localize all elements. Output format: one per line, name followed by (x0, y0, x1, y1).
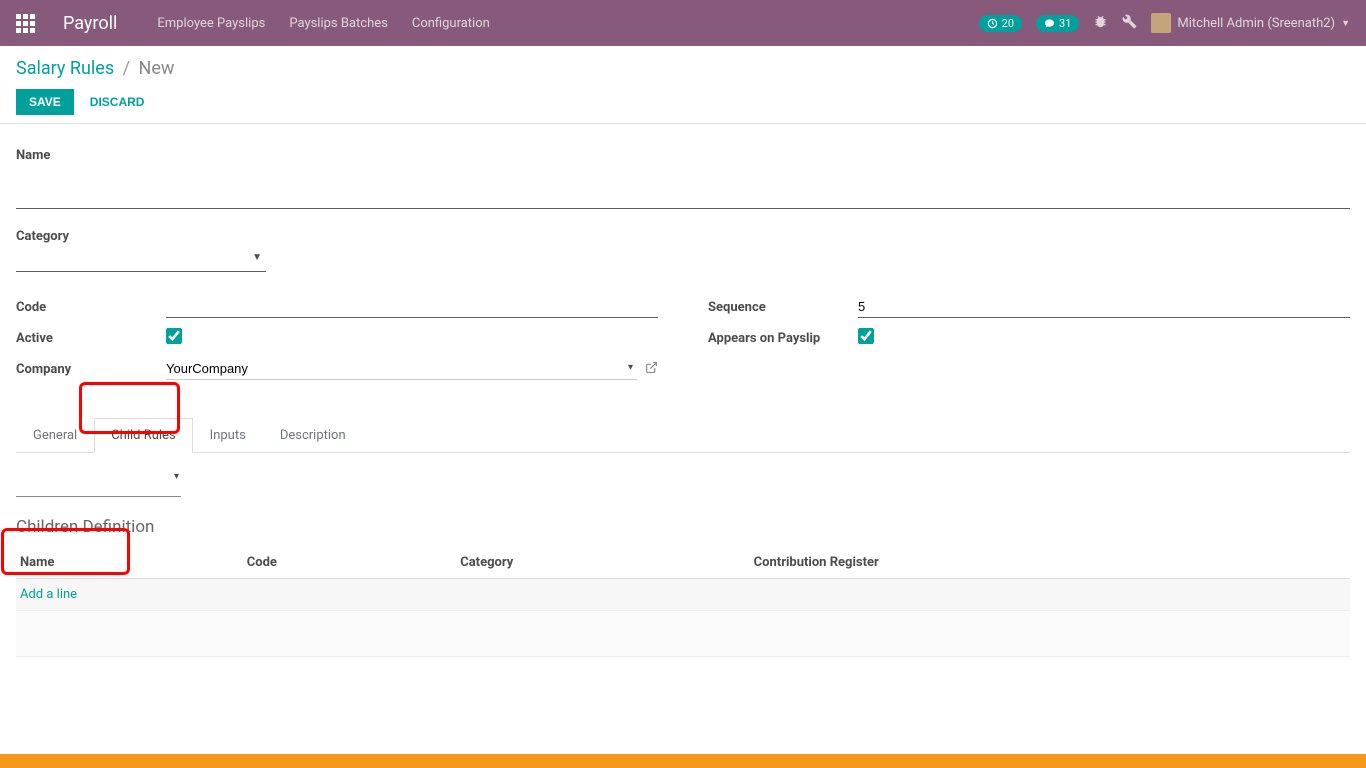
messages-badge[interactable]: 31 (1036, 15, 1079, 32)
discard-button[interactable]: Discard (78, 90, 157, 114)
name-label: Name (16, 148, 1350, 163)
form-sheet: Name Category ▼ Code Active Company ▾ (0, 124, 1366, 697)
code-input[interactable] (166, 296, 658, 318)
breadcrumb: Salary Rules / New (16, 58, 1350, 79)
tab-content-child-rules: ▾ Children Definition Name Code Category… (16, 453, 1350, 673)
col-category: Category (456, 547, 749, 579)
activity-badge[interactable]: 20 (979, 15, 1022, 32)
avatar (1151, 13, 1171, 33)
company-label: Company (16, 362, 166, 377)
tab-description[interactable]: Description (263, 418, 363, 452)
app-title: Payroll (63, 13, 117, 34)
parent-rule-select[interactable]: ▾ (16, 469, 181, 497)
children-definition-title: Children Definition (16, 517, 1350, 537)
sequence-input[interactable] (858, 296, 1350, 318)
dev-tools-icon[interactable] (1122, 14, 1137, 33)
children-table: Name Code Category Contribution Register… (16, 547, 1350, 657)
tabs: General Child Rules Inputs Description (16, 418, 1350, 453)
save-button[interactable]: Save (16, 89, 74, 115)
nav-payslips-batches[interactable]: Payslips Batches (289, 16, 388, 31)
bottom-bar (0, 754, 1366, 768)
category-input[interactable] (16, 250, 266, 272)
breadcrumb-current: New (139, 58, 175, 79)
apps-icon[interactable] (16, 14, 35, 33)
external-link-icon[interactable] (645, 361, 658, 378)
table-row: Add a line (16, 579, 1350, 611)
tab-child-rules[interactable]: Child Rules (94, 418, 192, 453)
chevron-down-icon: ▼ (1341, 18, 1350, 29)
breadcrumb-parent[interactable]: Salary Rules (16, 58, 114, 79)
active-checkbox[interactable] (166, 328, 182, 344)
sequence-label: Sequence (708, 300, 858, 315)
category-label: Category (16, 229, 1350, 244)
user-menu[interactable]: Mitchell Admin (Sreenath2) ▼ (1151, 13, 1350, 33)
table-footer-row (16, 611, 1350, 657)
col-contribution-register: Contribution Register (750, 547, 1350, 579)
chat-icon (1044, 18, 1055, 29)
debug-icon[interactable] (1093, 14, 1108, 33)
col-code: Code (243, 547, 456, 579)
control-panel: Salary Rules / New Save Discard (0, 46, 1366, 124)
company-input[interactable] (166, 358, 637, 380)
add-line-link[interactable]: Add a line (20, 587, 77, 602)
top-navbar: Payroll Employee Payslips Payslips Batch… (0, 0, 1366, 46)
col-name: Name (16, 547, 243, 579)
appears-checkbox[interactable] (858, 328, 874, 344)
tab-general[interactable]: General (16, 418, 94, 452)
clock-icon (987, 18, 998, 29)
appears-label: Appears on Payslip (708, 331, 858, 346)
tab-inputs[interactable]: Inputs (193, 418, 263, 452)
nav-employee-payslips[interactable]: Employee Payslips (157, 16, 265, 31)
nav-configuration[interactable]: Configuration (412, 16, 490, 31)
active-label: Active (16, 331, 166, 346)
code-label: Code (16, 300, 166, 315)
name-input[interactable] (16, 169, 1350, 209)
